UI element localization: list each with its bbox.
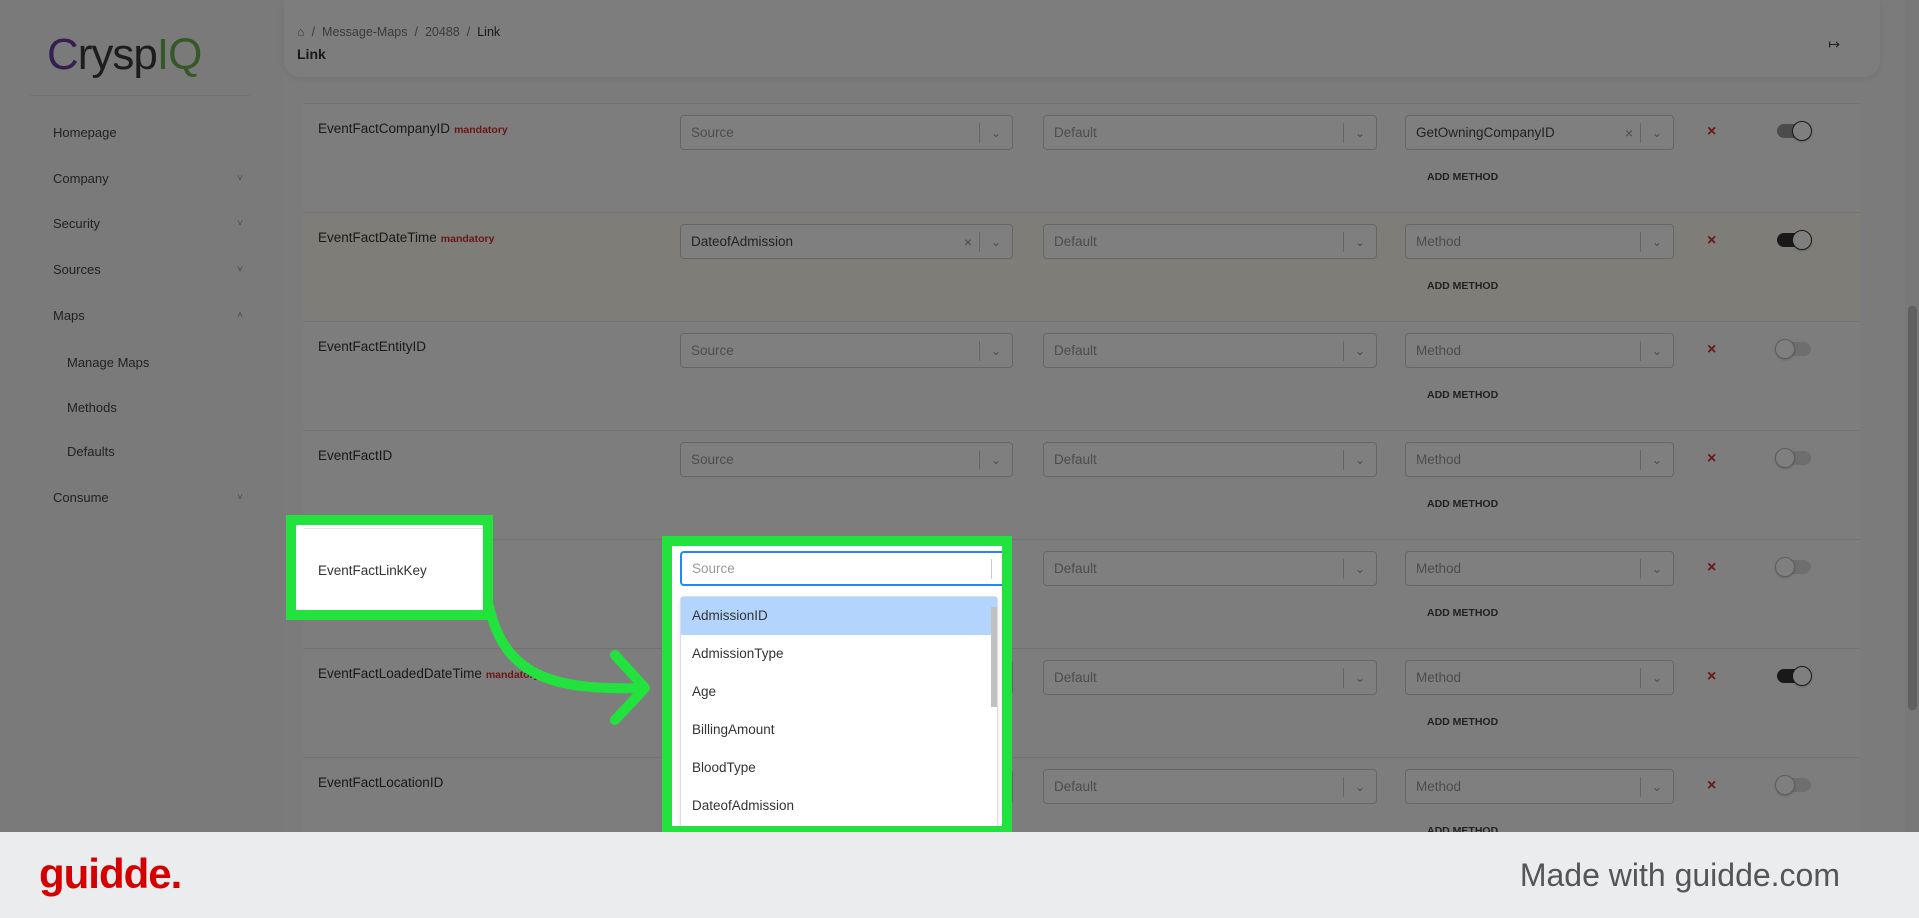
source-select-focused[interactable]: Source ⌄ [680,551,1002,586]
highlight-dropdown-box: Source ⌄ AdmissionID AdmissionType Age Bill… [662,536,1012,836]
option-admissiontype[interactable]: AdmissionType [681,635,997,673]
highlight-label-box: EventFactLinkKey [286,515,493,620]
menu-scrollbar[interactable] [991,607,997,707]
option-billingamount[interactable]: BillingAmount [681,711,997,749]
field-label-eventfactlinkkey: EventFactLinkKey [318,563,427,578]
option-age[interactable]: Age [681,673,997,711]
option-admissionid[interactable]: AdmissionID [681,597,997,635]
made-with-text[interactable]: Made with guidde.com [1520,857,1840,894]
guidde-footer: guidde. Made with guidde.com [0,832,1919,918]
option-dateofadmission[interactable]: DateofAdmission [681,787,997,825]
option-bloodtype[interactable]: BloodType [681,749,997,787]
chevron-down-icon[interactable]: ⌄ [992,562,1002,576]
source-placeholder: Source [692,561,735,576]
source-options-menu: AdmissionID AdmissionType Age BillingAmount… [680,596,998,826]
guidde-logo[interactable]: guidde. [39,850,182,898]
